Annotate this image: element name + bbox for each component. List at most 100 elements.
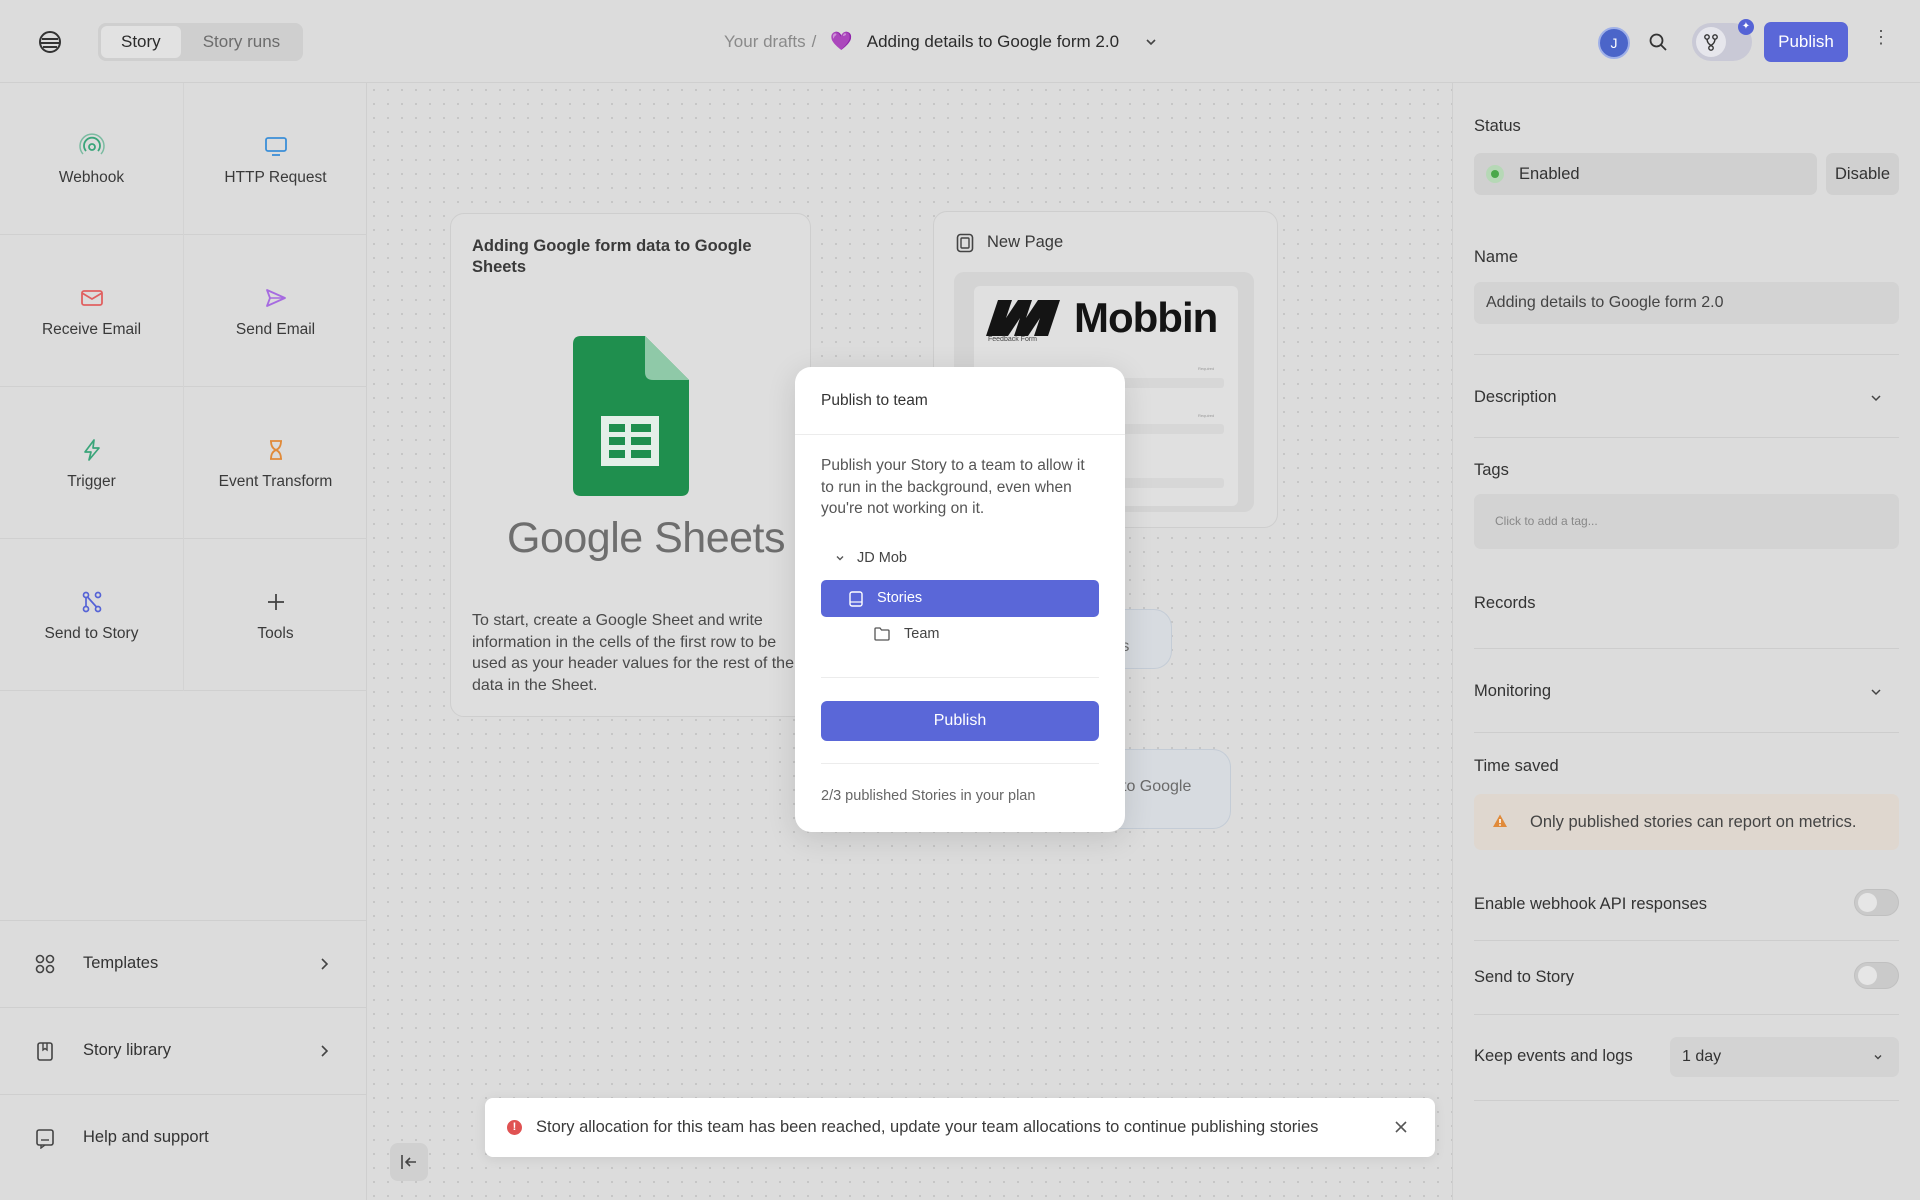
help-support-row[interactable]: Help and support	[0, 1094, 367, 1181]
webhook-api-toggle[interactable]	[1854, 889, 1899, 916]
branch-icon	[82, 591, 102, 613]
more-options-icon[interactable]: ⋮	[1872, 28, 1890, 53]
collapse-sidebar-button[interactable]	[390, 1143, 428, 1181]
collapse-left-icon	[401, 1155, 416, 1169]
divider	[1474, 354, 1899, 355]
tags-input[interactable]: Click to add a tag...	[1474, 494, 1899, 549]
divider	[1474, 1014, 1899, 1015]
records-label: Records	[1474, 594, 1536, 612]
chevron-right-icon	[321, 1045, 329, 1057]
story-settings-panel: Status Enabled Disable Name Adding detai…	[1452, 83, 1920, 1200]
divider	[821, 763, 1099, 764]
actions-sidebar: Webhook HTTP Request Receive Email Send …	[0, 83, 367, 1200]
story-library-label: Story library	[83, 1041, 172, 1059]
help-icon	[36, 1129, 54, 1149]
keep-events-value: 1 day	[1682, 1048, 1722, 1065]
branch-icon	[1696, 27, 1726, 57]
monitor-icon	[265, 137, 287, 156]
breadcrumb-separator: /	[811, 31, 817, 51]
app-logo-icon[interactable]	[36, 28, 64, 56]
send-to-story-label: Send to Story	[1474, 968, 1574, 986]
divider	[1474, 437, 1899, 438]
send-to-story-toggle[interactable]	[1854, 962, 1899, 989]
chevron-down-icon	[836, 556, 844, 561]
chevron-down-icon[interactable]	[1870, 393, 1882, 403]
templates-row[interactable]: Templates	[0, 920, 367, 1007]
tree-item-team[interactable]: Team	[874, 626, 939, 642]
error-icon: !	[507, 1120, 522, 1135]
modal-publish-button[interactable]: Publish	[821, 701, 1099, 741]
required-label: Required	[1198, 413, 1215, 418]
error-toast: ! Story allocation for this team has bee…	[485, 1098, 1435, 1157]
tool-receive-email[interactable]: Receive Email	[0, 235, 183, 387]
google-sheets-wordmark: Google Sheets	[507, 514, 785, 562]
story-title[interactable]: Adding details to Google form 2.0	[867, 32, 1119, 52]
tool-label: Send to Story	[44, 625, 139, 642]
tool-label: Receive Email	[41, 321, 142, 338]
publish-button[interactable]: Publish	[1764, 22, 1848, 62]
tool-label: Event Transform	[218, 473, 333, 490]
warning-icon	[1493, 814, 1507, 827]
name-field[interactable]: Adding details to Google form 2.0	[1474, 282, 1899, 324]
chevron-down-icon[interactable]	[1870, 687, 1882, 697]
webhook-api-label: Enable webhook API responses	[1474, 895, 1707, 913]
tree-item-stories[interactable]: Stories	[821, 580, 1099, 617]
google-sheets-icon	[573, 336, 689, 496]
chevron-down-icon[interactable]	[1145, 36, 1157, 48]
plan-usage-text: 2/3 published Stories in your plan	[821, 788, 1036, 804]
close-icon[interactable]	[1393, 1119, 1409, 1135]
status-dot-icon	[1486, 165, 1504, 183]
tool-event-transform[interactable]: Event Transform	[184, 387, 367, 539]
status-label: Status	[1474, 117, 1521, 135]
divider	[1474, 648, 1899, 649]
tool-tools[interactable]: Tools	[184, 539, 367, 691]
tool-webhook[interactable]: Webhook	[0, 83, 183, 235]
avatar[interactable]: J	[1598, 27, 1630, 59]
breadcrumb: Your drafts / 💜 Adding details to Google…	[724, 31, 1157, 52]
divider	[1474, 940, 1899, 941]
top-bar: Story Story runs Your drafts / 💜 Adding …	[0, 0, 1920, 83]
description-label[interactable]: Description	[1474, 388, 1557, 407]
tool-send-to-story[interactable]: Send to Story	[0, 539, 183, 691]
tab-story[interactable]: Story	[101, 26, 181, 58]
templates-label: Templates	[83, 954, 159, 972]
breadcrumb-drafts[interactable]: Your drafts	[724, 32, 806, 52]
version-toggle[interactable]: ✦	[1692, 19, 1754, 61]
search-icon[interactable]	[1648, 32, 1668, 52]
plus-icon	[268, 594, 284, 610]
disable-button[interactable]: Disable	[1826, 153, 1899, 195]
folder-icon	[874, 627, 890, 641]
story-library-row[interactable]: Story library	[0, 1007, 367, 1094]
tool-label: Tools	[257, 625, 294, 642]
card-body: To start, create a Google Sheet and writ…	[472, 612, 794, 694]
heart-icon: 💜	[830, 31, 853, 51]
popover-title: Publish to team	[821, 392, 928, 409]
tab-story-runs[interactable]: Story runs	[183, 26, 300, 58]
form-label: Feedback Form	[988, 336, 1038, 343]
tree-label: JD Mob	[857, 550, 907, 566]
tree-item-team-root[interactable]: JD Mob	[821, 550, 907, 566]
tool-trigger[interactable]: Trigger	[0, 387, 183, 539]
divider	[1474, 732, 1899, 733]
chevron-right-icon	[321, 958, 329, 970]
tool-http-request[interactable]: HTTP Request	[184, 83, 367, 235]
keep-events-label: Keep events and logs	[1474, 1047, 1633, 1065]
name-label: Name	[1474, 248, 1519, 266]
hourglass-icon	[270, 440, 282, 460]
tool-label: Trigger	[67, 473, 116, 490]
note-card-google-sheets[interactable]: Adding Google form data to Google Sheets…	[450, 213, 811, 717]
send-icon	[266, 289, 286, 307]
tool-label: Webhook	[58, 169, 125, 186]
tree-label: Stories	[877, 590, 923, 606]
view-switcher: Story Story runs	[98, 23, 304, 61]
tool-send-email[interactable]: Send Email	[184, 235, 367, 387]
monitoring-label[interactable]: Monitoring	[1474, 682, 1551, 701]
keep-events-select[interactable]: 1 day	[1670, 1037, 1899, 1077]
popover-description: Publish your Story to a team to allow it…	[821, 457, 1085, 517]
time-saved-label: Time saved	[1474, 757, 1559, 775]
toast-message: Story allocation for this team has been …	[536, 1118, 1319, 1136]
metrics-warning: Only published stories can report on met…	[1474, 794, 1899, 850]
book-icon	[849, 591, 863, 607]
status-indicator: Enabled	[1474, 153, 1817, 195]
tool-label: HTTP Request	[224, 169, 327, 186]
